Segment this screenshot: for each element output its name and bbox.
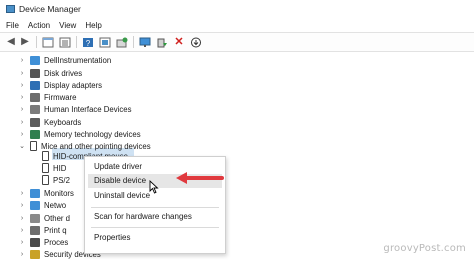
device-manager-icon [6, 5, 15, 13]
enable-icon[interactable] [156, 36, 168, 48]
chevron-right-icon[interactable]: › [18, 202, 26, 209]
tree-item-dellinstrumentation[interactable]: › DellInstrumentation [18, 54, 111, 66]
back-icon[interactable]: ◀ [5, 36, 17, 48]
chevron-right-icon[interactable]: › [18, 215, 26, 222]
chevron-right-icon[interactable]: › [18, 131, 26, 138]
mouse-icon [30, 141, 37, 151]
chevron-right-icon[interactable]: › [18, 57, 26, 64]
help-icon[interactable]: ? [82, 36, 94, 48]
menu-separator [91, 227, 219, 228]
update-driver-icon[interactable] [99, 36, 111, 48]
properties-icon[interactable] [42, 36, 54, 48]
processor-icon [30, 237, 40, 247]
device-category-icon [30, 55, 40, 65]
menu-item-disable-device[interactable]: Disable device [94, 176, 146, 185]
menu-help[interactable]: Help [85, 21, 101, 30]
monitor-icon [30, 188, 40, 198]
tree-item-network[interactable]: › Netwo [18, 199, 66, 211]
tree-item-human-interface-devices[interactable]: › Human Interface Devices [18, 103, 132, 115]
chevron-right-icon[interactable]: › [18, 251, 26, 258]
chevron-down-icon[interactable]: ⌄ [18, 142, 26, 150]
tree-item-print-queues[interactable]: › Print q [18, 224, 67, 236]
cursor-icon [149, 180, 159, 194]
monitor-icon[interactable] [139, 36, 151, 48]
tree-item-hid-mouse-2[interactable]: HID [42, 162, 66, 174]
tree-item-processors[interactable]: › Proces [18, 236, 68, 248]
mouse-icon [42, 151, 49, 161]
red-arrow-icon [176, 172, 224, 184]
watermark: groovyPost.com [383, 243, 466, 254]
chevron-right-icon[interactable]: › [18, 227, 26, 234]
menu-item-properties[interactable]: Properties [94, 233, 130, 242]
keyboard-icon [30, 117, 40, 127]
menu-item-uninstall-device[interactable]: Uninstall device [94, 191, 150, 200]
menu-item-scan-hardware[interactable]: Scan for hardware changes [94, 212, 192, 221]
tree-item-memory-technology-devices[interactable]: › Memory technology devices [18, 128, 141, 140]
tree-item-other-devices[interactable]: › Other d [18, 212, 70, 224]
disk-drive-icon [30, 68, 40, 78]
tree-item-ps2-mouse[interactable]: PS/2 [42, 174, 70, 186]
chevron-right-icon[interactable]: › [18, 94, 26, 101]
display-adapter-icon [30, 80, 40, 90]
chevron-right-icon[interactable]: › [18, 239, 26, 246]
details-icon[interactable] [59, 36, 71, 48]
tree-item-display-adapters[interactable]: › Display adapters [18, 79, 102, 91]
printer-icon [30, 225, 40, 235]
menu-action[interactable]: Action [28, 21, 50, 30]
forward-icon[interactable]: ▶ [19, 36, 31, 48]
chevron-right-icon[interactable]: › [18, 82, 26, 89]
uninstall-icon[interactable]: ✕ [173, 36, 185, 48]
toolbar-separator [36, 36, 37, 48]
chevron-right-icon[interactable]: › [18, 70, 26, 77]
mouse-icon [42, 175, 49, 185]
menu-bar: File Action View Help [0, 18, 474, 32]
scan-icon[interactable] [116, 36, 128, 48]
tree-item-monitors[interactable]: › Monitors [18, 187, 74, 199]
tree-item-firmware[interactable]: › Firmware [18, 91, 77, 103]
download-icon[interactable] [190, 36, 202, 48]
window-title: Device Manager [19, 4, 81, 14]
hid-icon [30, 104, 40, 114]
toolbar-separator [133, 36, 134, 48]
title-bar: Device Manager [0, 0, 474, 18]
menu-view[interactable]: View [59, 21, 76, 30]
chevron-right-icon[interactable]: › [18, 190, 26, 197]
toolbar-separator [76, 36, 77, 48]
chevron-right-icon[interactable]: › [18, 106, 26, 113]
tree-item-keyboards[interactable]: › Keyboards [18, 116, 81, 128]
menu-separator [91, 207, 219, 208]
security-icon [30, 249, 40, 259]
mouse-icon [42, 163, 49, 173]
other-devices-icon [30, 213, 40, 223]
firmware-icon [30, 92, 40, 102]
chevron-right-icon[interactable]: › [18, 119, 26, 126]
network-icon [30, 200, 40, 210]
toolbar: ◀ ▶ ? ✕ [0, 32, 474, 52]
svg-text:?: ? [86, 39, 91, 48]
tree-item-disk-drives[interactable]: › Disk drives [18, 67, 82, 79]
menu-file[interactable]: File [6, 21, 19, 30]
menu-item-update-driver[interactable]: Update driver [94, 162, 142, 171]
memory-icon [30, 129, 40, 139]
